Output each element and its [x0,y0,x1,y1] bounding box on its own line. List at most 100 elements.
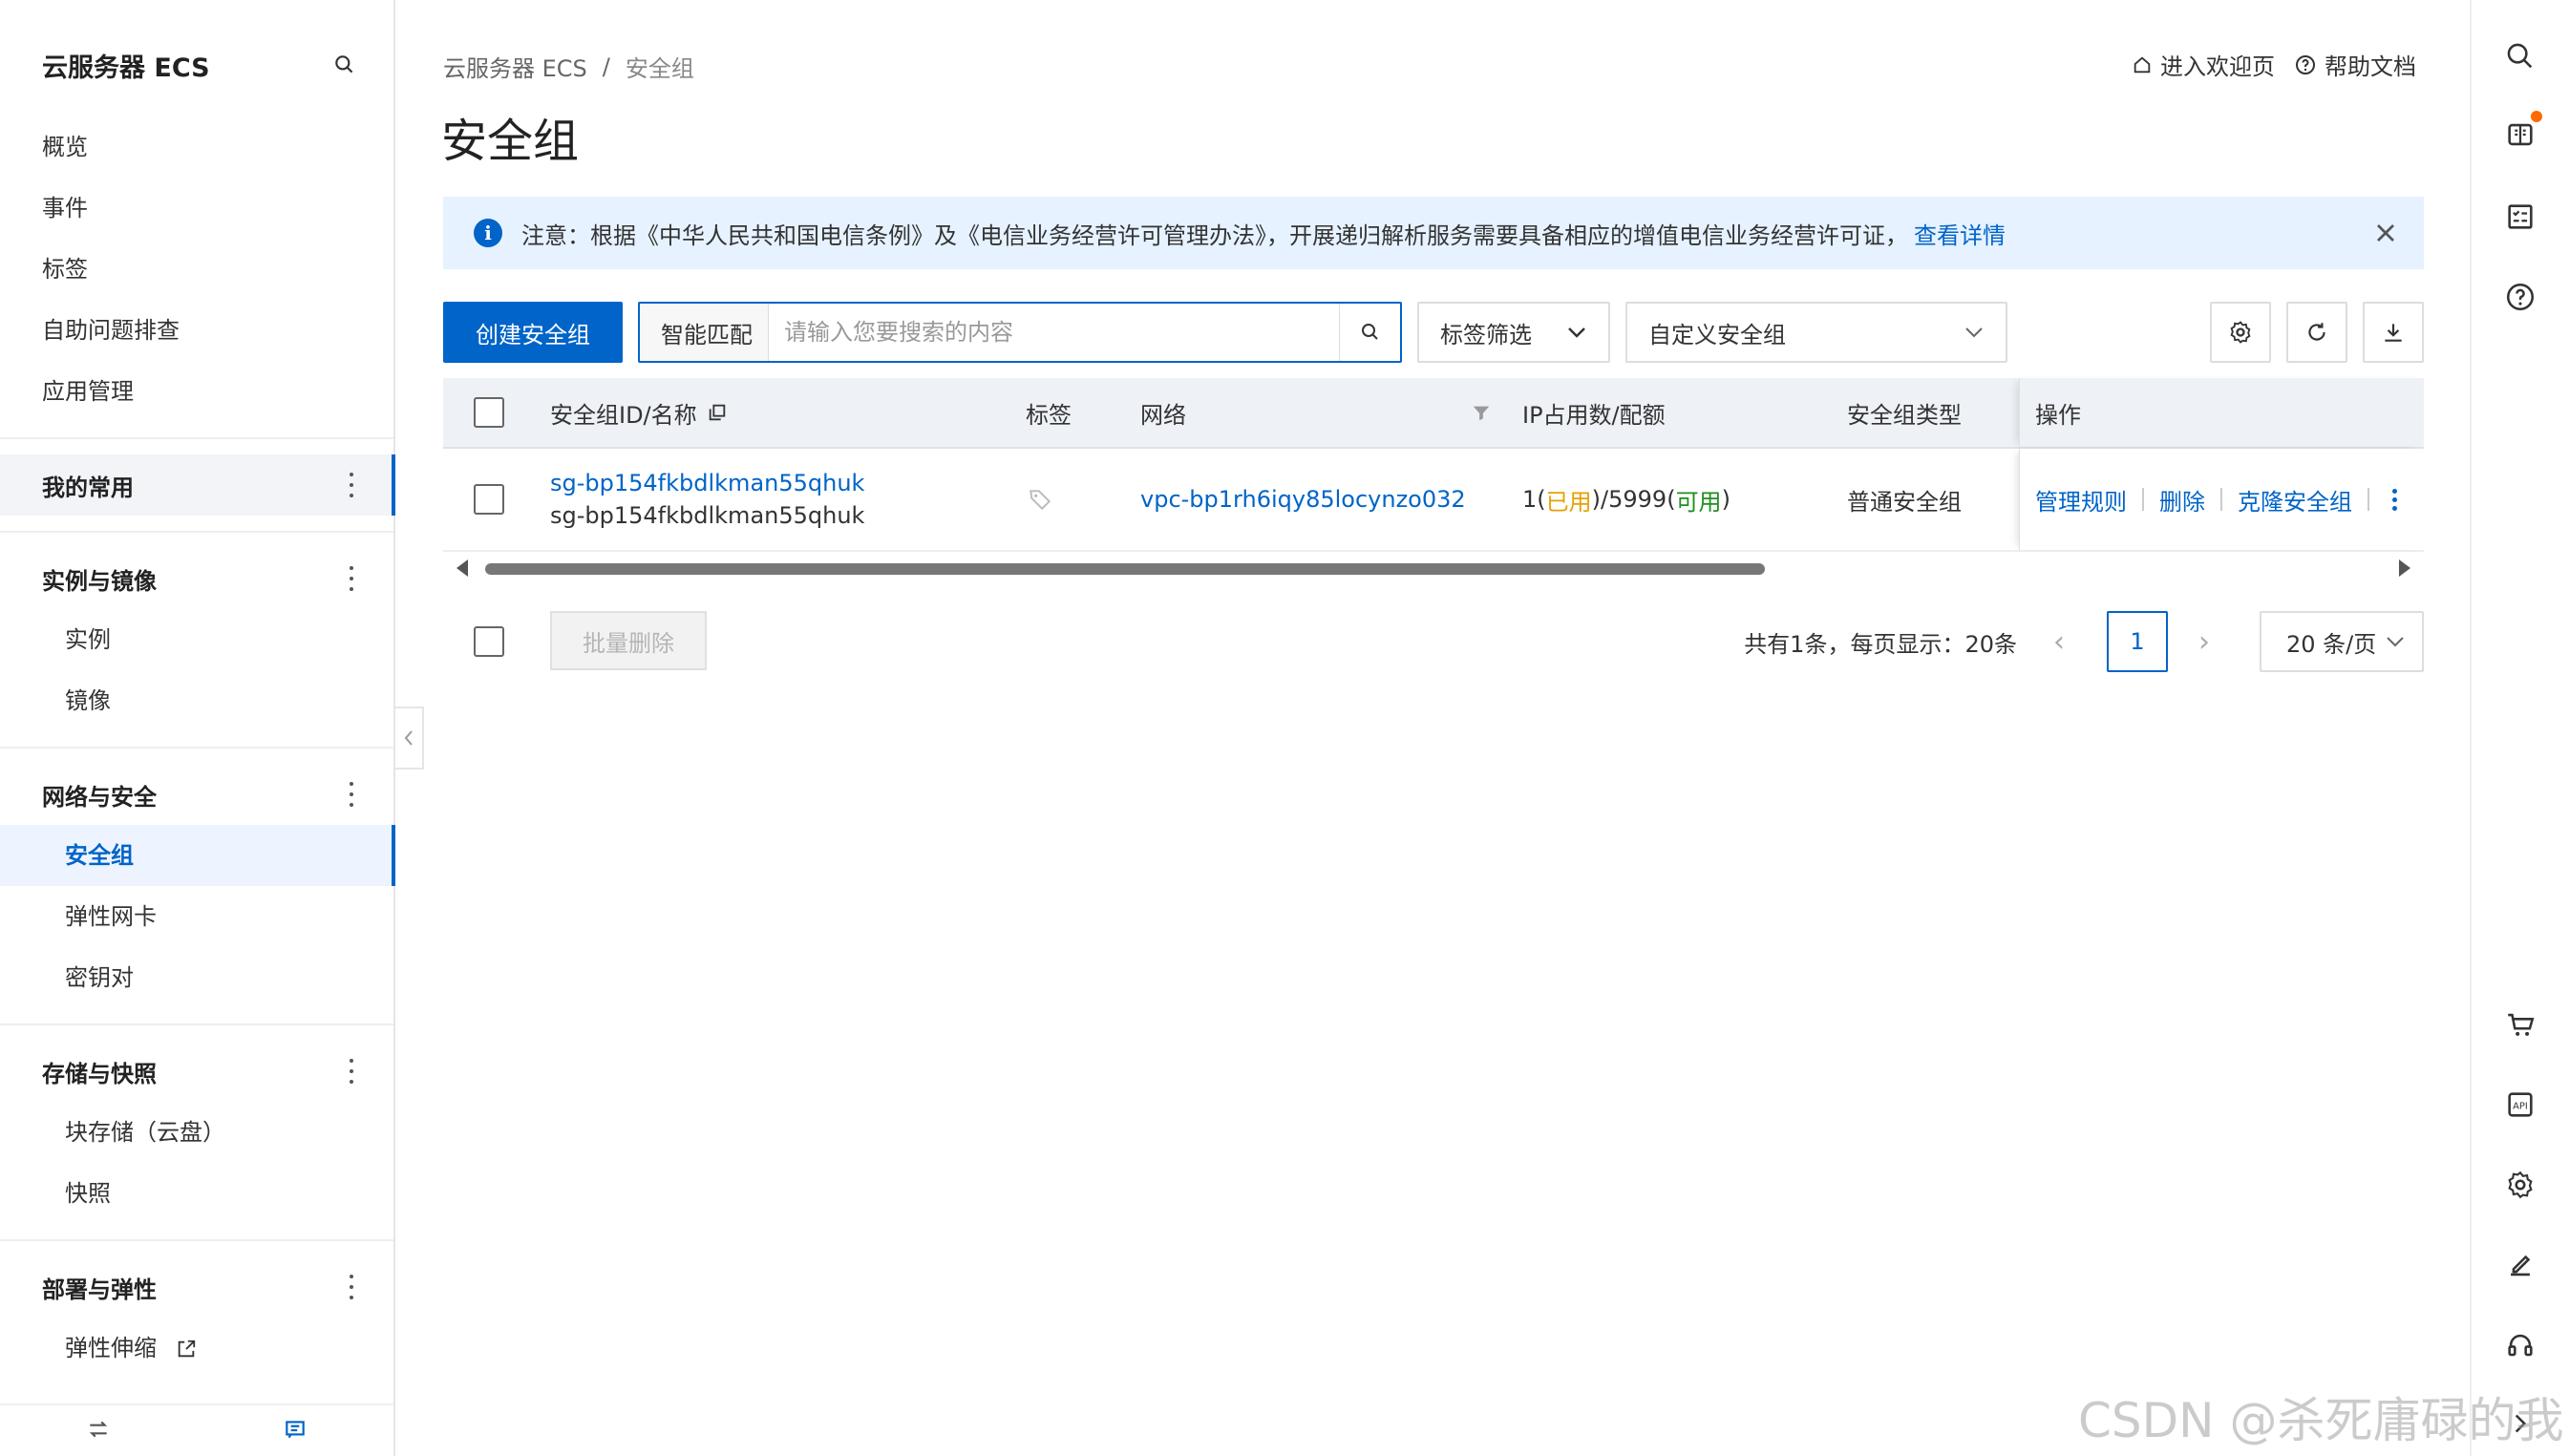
support-button[interactable] [2493,1318,2548,1373]
export-button[interactable] [2363,302,2424,363]
sidebar-group-storage[interactable]: 存储与快照 [0,1041,393,1102]
settings-rail-button[interactable] [2493,1157,2548,1213]
breadcrumb-root[interactable]: 云服务器 ECS [443,50,587,83]
help-button[interactable] [2493,269,2548,325]
breadcrumb-separator: / [602,53,610,80]
sidebar-item-block-storage[interactable]: 块存储（云盘） [65,1113,225,1151]
page-size-select[interactable]: 20 条/页 [2260,611,2424,672]
clone-link[interactable]: 克隆安全组 [2238,483,2352,517]
help-docs-label: 帮助文档 [2325,53,2416,80]
external-link-icon [178,1340,195,1358]
book-icon [2508,123,2533,146]
welcome-link[interactable]: 进入欢迎页 [2132,48,2275,81]
cell-type: 普通安全组 [1847,488,1962,516]
api-button[interactable]: API [2493,1077,2548,1132]
notice-details-link[interactable]: 查看详情 [1914,217,2006,250]
vpc-link[interactable]: vpc-bp1rh6iqy85locynzo032 [1140,486,1466,513]
row-select-cell [474,449,504,550]
footer-select-cell [474,626,504,657]
scroll-right-icon[interactable] [2399,559,2410,577]
select-all-checkbox[interactable] [474,397,504,428]
cell-ip-quota: 1(已用)/5999(可用) [1522,449,1730,550]
sidebar-search-icon[interactable] [332,53,357,77]
network-filter-button[interactable] [1471,378,1492,447]
notice-text: 注意：根据《中华人民共和国电信条例》及《电信业务经营许可管理办法》，开展递归解析… [521,222,1908,249]
scroll-left-icon[interactable] [456,559,468,577]
rail-collapse-button[interactable] [2493,1396,2548,1451]
select-all-cell [474,378,504,447]
copy-icon[interactable] [707,402,728,423]
help-docs-link[interactable]: 帮助文档 [2294,48,2416,81]
task-list-button[interactable] [2493,189,2548,244]
sidebar-item-snapshot[interactable]: 快照 [65,1174,111,1213]
sidebar-divider [0,531,393,533]
cart-button[interactable] [2493,997,2548,1052]
cell-tag [1028,449,1052,550]
sidebar-item-overview[interactable]: 概览 [42,128,88,166]
footer-select-all-checkbox[interactable] [474,626,504,657]
sidebar-item-app-management[interactable]: 应用管理 [42,372,134,411]
more-icon[interactable] [348,1059,355,1084]
refresh-button[interactable] [2286,302,2347,363]
chevron-down-icon [1568,327,1585,338]
sidebar-group-network[interactable]: 网络与安全 [0,764,393,825]
app-root: 云服务器 ECS 概览 事件 标签 自助问题排查 应用管理 我的常用 实例与镜像… [0,0,2569,1456]
more-icon[interactable] [348,782,355,807]
more-actions-icon[interactable] [2392,488,2397,511]
notification-badge [2531,111,2542,122]
more-icon[interactable] [348,1275,355,1299]
sidebar-group-mine[interactable]: 我的常用 [0,454,393,516]
sidebar-item-events[interactable]: 事件 [42,189,88,227]
security-group-table: 安全组ID/名称 标签 网络 IP占用数/配额 安全组类型 操作 sg-bp15… [443,378,2424,584]
column-header-type: 安全组类型 [1847,401,1962,429]
divider [2142,488,2144,511]
refresh-icon [2308,323,2325,341]
scrollbar-thumb[interactable] [485,563,1765,575]
table-row: sg-bp154fkbdlkman55qhuk sg-bp154fkbdlkma… [443,449,2424,552]
manage-rules-link[interactable]: 管理规则 [2035,483,2127,517]
more-icon[interactable] [348,566,355,591]
sidebar-item-autoscaling[interactable]: 弹性伸缩 [65,1329,197,1367]
sidebar-group-instances[interactable]: 实例与镜像 [0,548,393,609]
tag-icon[interactable] [1028,487,1052,512]
notifications-button[interactable] [2493,107,2548,162]
sidebar-item-troubleshoot[interactable]: 自助问题排查 [42,311,180,349]
create-security-group-button[interactable]: 创建安全组 [443,302,623,363]
next-page-button[interactable]: › [2185,611,2223,672]
close-icon[interactable] [2370,218,2401,248]
sidebar-item-security-group[interactable]: 安全组 [65,836,134,875]
row-actions: 管理规则 删除 克隆安全组 [2035,449,2397,550]
sidebar-item-tags[interactable]: 标签 [42,250,88,288]
scrollbar-track[interactable] [485,563,2382,575]
horizontal-scrollbar[interactable] [443,552,2424,584]
search-button[interactable] [1339,304,1400,361]
security-group-id-link[interactable]: sg-bp154fkbdlkman55qhuk [550,470,864,496]
column-header-id: 安全组ID/名称 [550,378,728,447]
cell-ops: 管理规则 删除 克隆安全组 [2019,449,2424,550]
tag-filter-dropdown[interactable]: 标签筛选 [1417,302,1610,363]
security-group-name: sg-bp154fkbdlkman55qhuk [550,502,865,529]
switch-icon[interactable] [86,1417,111,1445]
page-1-button[interactable]: 1 [2107,611,2168,672]
prev-page-button[interactable]: ‹ [2040,611,2078,672]
sidebar-item-eni[interactable]: 弹性网卡 [65,897,157,936]
sidebar-item-instances[interactable]: 实例 [65,621,111,659]
sidebar-item-images[interactable]: 镜像 [65,682,111,720]
sidebar-item-keypair[interactable]: 密钥对 [65,959,134,997]
delete-link[interactable]: 删除 [2159,483,2205,517]
edit-button[interactable] [2493,1237,2548,1293]
sidebar-group-deploy[interactable]: 部署与弹性 [0,1256,393,1318]
batch-delete-button[interactable]: 批量删除 [550,611,707,670]
settings-button[interactable] [2210,302,2271,363]
search-input[interactable] [769,304,1339,361]
more-icon[interactable] [348,473,355,497]
cell-network: vpc-bp1rh6iqy85locynzo032 [1140,449,1466,550]
message-icon[interactable] [283,1417,308,1445]
row-checkbox[interactable] [474,484,504,515]
table-header: 安全组ID/名称 标签 网络 IP占用数/配额 安全组类型 操作 [443,378,2424,449]
global-search-button[interactable] [2493,29,2548,84]
column-header-tag: 标签 [1026,401,1072,429]
security-group-type-select[interactable]: 自定义安全组 [1625,302,2007,363]
breadcrumb: 云服务器 ECS / 安全组 [443,50,694,83]
search-mode-select[interactable]: 智能匹配 [640,304,769,361]
